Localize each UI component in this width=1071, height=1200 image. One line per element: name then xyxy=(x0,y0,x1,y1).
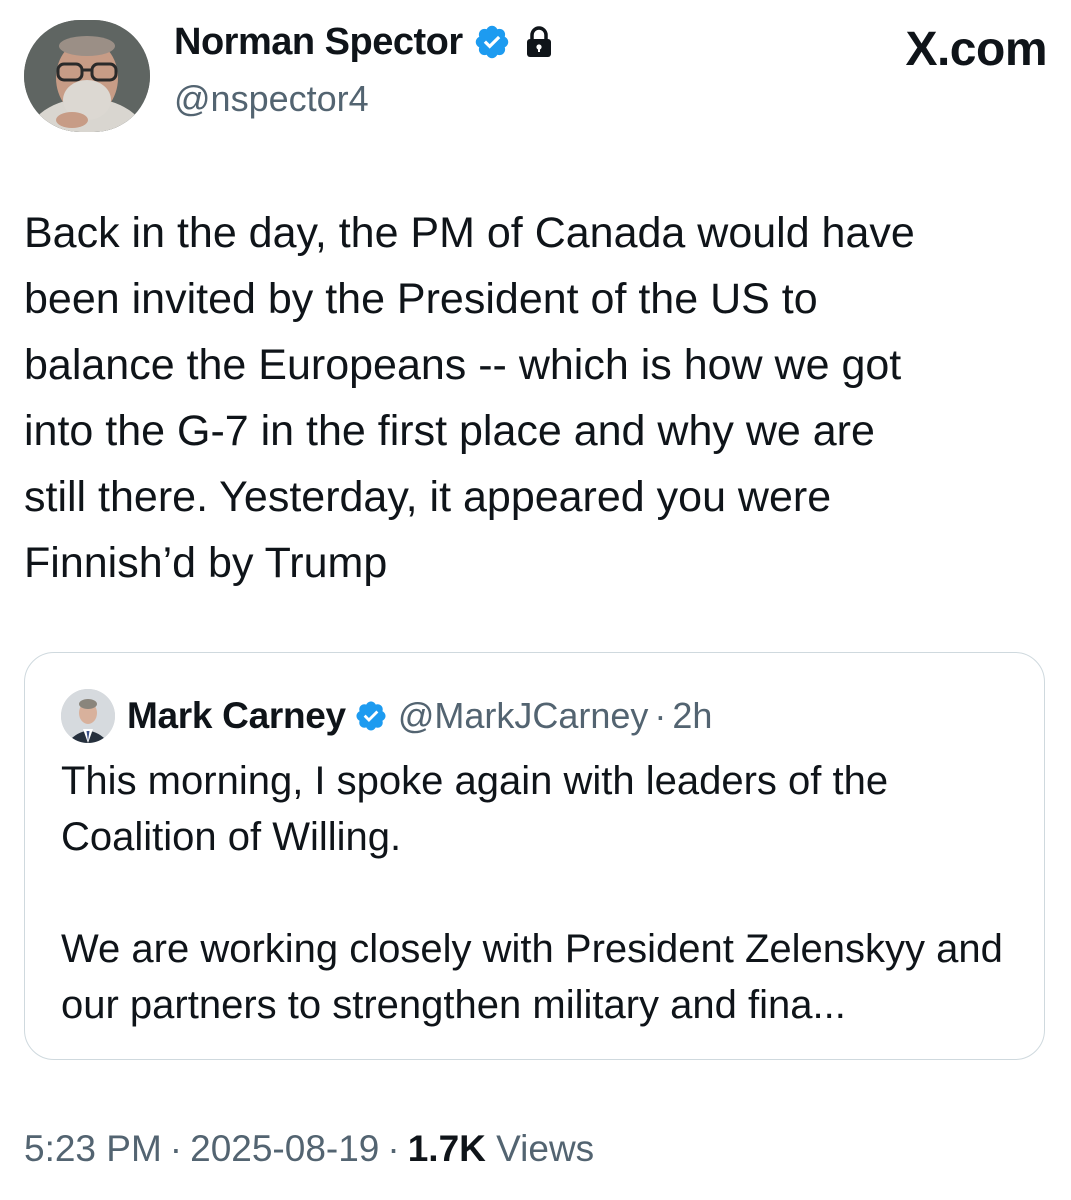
tweet-date[interactable]: 2025-08-19 xyxy=(190,1128,379,1169)
tweet-metadata: 5:23 PM · 2025-08-19 · 1.7K Views xyxy=(24,1128,594,1170)
site-label: X.com xyxy=(905,23,1047,76)
author-display-name[interactable]: Norman Spector xyxy=(174,21,463,64)
author-names: Norman Spector @nspector4 xyxy=(174,20,553,120)
quoted-tweet-paragraph-1: This morning, I spoke again with leaders… xyxy=(61,759,889,859)
quoted-author-handle[interactable]: @MarkJCarney xyxy=(398,695,649,737)
author-avatar[interactable] xyxy=(24,20,150,132)
lock-icon xyxy=(526,26,551,57)
quoted-author-avatar[interactable] xyxy=(61,689,115,743)
quoted-verified-badge-icon[interactable] xyxy=(354,699,388,733)
quoted-timestamp[interactable]: 2h xyxy=(672,695,712,737)
verified-badge-icon[interactable] xyxy=(473,23,511,61)
author-handle[interactable]: @nspector4 xyxy=(174,78,553,120)
tweet-time[interactable]: 5:23 PM xyxy=(24,1128,162,1169)
tweet-header: Norman Spector @nspector4 X.com xyxy=(24,20,1047,132)
quoted-tweet-header: Mark Carney @MarkJCarney · 2h xyxy=(61,689,712,743)
views-count[interactable]: 1.7K xyxy=(408,1128,486,1169)
tweet-text: Back in the day, the PM of Canada would … xyxy=(24,209,915,587)
quoted-tweet-text: This morning, I spoke again with leaders… xyxy=(61,753,1011,1033)
views-label[interactable]: Views xyxy=(496,1128,594,1169)
display-name-row: Norman Spector xyxy=(174,20,553,64)
quoted-time-separator: · xyxy=(654,695,667,736)
quoted-tweet-paragraph-2: We are working closely with President Ze… xyxy=(61,927,1003,1027)
meta-separator: · xyxy=(387,1128,400,1169)
quoted-author-display-name[interactable]: Mark Carney xyxy=(127,695,346,737)
meta-separator: · xyxy=(169,1128,183,1169)
author-avatar-image xyxy=(24,20,150,132)
quoted-author-avatar-image xyxy=(61,689,115,743)
quoted-tweet-card[interactable]: Mark Carney @MarkJCarney · 2h This morni… xyxy=(24,652,1045,1060)
